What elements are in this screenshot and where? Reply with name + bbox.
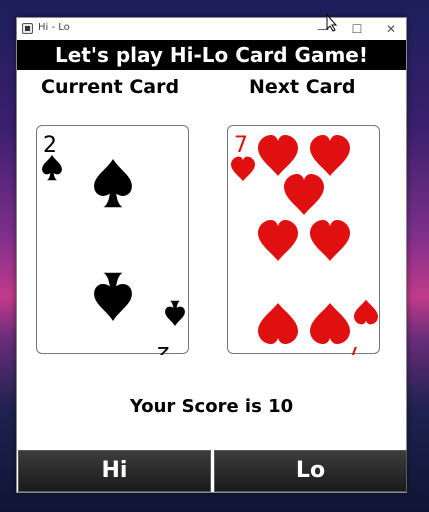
heart-icon — [258, 303, 298, 344]
lo-button[interactable]: Lo — [214, 450, 407, 492]
corner-rank-bottom: 2 — [156, 341, 170, 355]
game-banner: Let's play Hi-Lo Card Game! — [17, 40, 406, 70]
spade-icon — [94, 272, 132, 321]
current-card-label: Current Card — [41, 76, 180, 98]
heart-icon — [310, 303, 350, 344]
seven-of-hearts-face: 7 7 — [231, 133, 378, 355]
two-of-spades-face: 2 2 — [42, 133, 185, 355]
heart-icon — [258, 220, 298, 261]
heart-icon — [231, 156, 255, 182]
window-title: Hi - Lo — [38, 22, 70, 33]
spade-icon — [165, 300, 185, 326]
current-card: 2 2 — [36, 125, 189, 355]
score-display: Your Score is 10 — [129, 396, 294, 417]
heart-icon — [284, 174, 324, 215]
maximize-button[interactable]: ☐ — [340, 18, 374, 40]
next-card: 7 7 — [227, 125, 380, 355]
app-icon — [22, 23, 33, 34]
corner-rank-top: 7 — [234, 133, 248, 158]
title-bar[interactable]: Hi - Lo — ☐ ✕ — [17, 18, 406, 40]
spade-icon — [94, 159, 132, 208]
close-button[interactable]: ✕ — [374, 18, 408, 40]
hi-button[interactable]: Hi — [18, 450, 211, 492]
heart-icon — [310, 135, 350, 176]
game-window: Hi - Lo — ☐ ✕ Let's play Hi-Lo Card Game… — [16, 17, 407, 493]
mouse-cursor-icon — [326, 14, 338, 32]
corner-rank-top: 2 — [43, 133, 57, 158]
heart-icon — [258, 135, 298, 176]
heart-icon — [354, 299, 378, 325]
corner-rank-bottom: 7 — [347, 341, 361, 355]
heart-icon — [310, 220, 350, 261]
next-card-label: Next Card — [249, 76, 356, 98]
spade-icon — [42, 155, 62, 181]
